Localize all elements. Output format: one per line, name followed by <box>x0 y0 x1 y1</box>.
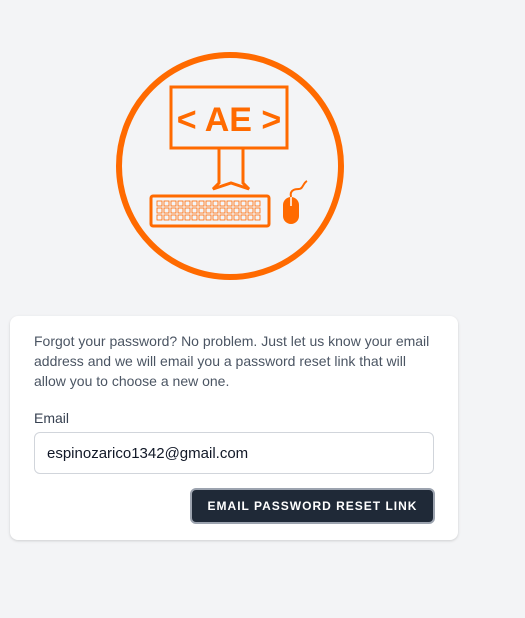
keyboard-key <box>170 200 177 207</box>
forgot-password-description: Forgot your password? No problem. Just l… <box>34 333 430 389</box>
keyboard-key <box>156 200 163 207</box>
keyboard-key <box>198 214 205 221</box>
keyboard-key <box>177 207 184 214</box>
keyboard-key <box>219 200 226 207</box>
keyboard-key <box>170 207 177 214</box>
keyboard-key <box>163 200 170 207</box>
keyboard-key <box>198 207 205 214</box>
keyboard-key <box>212 214 219 221</box>
keyboard-key <box>191 214 198 221</box>
keyboard-key <box>205 214 212 221</box>
keyboard-key <box>219 207 226 214</box>
keyboard-key <box>226 200 233 207</box>
keyboard-key <box>198 200 205 207</box>
keyboard-key <box>205 207 212 214</box>
keyboard-key <box>184 214 191 221</box>
forgot-password-card: Forgot your password? No problem. Just l… <box>10 316 458 540</box>
keyboard-key <box>191 207 198 214</box>
keyboard-key <box>170 214 177 221</box>
keyboard-key <box>247 207 254 214</box>
mouse-cable-icon <box>289 180 308 198</box>
keyboard-key <box>184 200 191 207</box>
logo-svg: < AE > <box>116 52 344 280</box>
keyboard-key <box>184 207 191 214</box>
keyboard-key <box>254 200 261 207</box>
keyboard-key <box>212 207 219 214</box>
keyboard-key <box>240 200 247 207</box>
keyboard-key <box>177 200 184 207</box>
keyboard-key <box>163 214 170 221</box>
keyboard-key <box>240 207 247 214</box>
keyboard-key <box>247 200 254 207</box>
keyboard-key <box>226 207 233 214</box>
logo-text: < AE > <box>177 101 282 139</box>
monitor-stand-icon <box>211 149 251 191</box>
keyboard-key <box>163 207 170 214</box>
email-field[interactable] <box>34 432 434 474</box>
keyboard-key <box>177 214 184 221</box>
keyboard-key <box>254 207 261 214</box>
keyboard-key <box>233 200 240 207</box>
keyboard-key <box>247 214 254 221</box>
keyboard-key <box>233 207 240 214</box>
keyboard-key <box>212 200 219 207</box>
keyboard-key <box>233 214 240 221</box>
keyboard-key <box>191 200 198 207</box>
keyboard-key <box>254 214 261 221</box>
app-logo[interactable]: < AE > <box>113 49 347 283</box>
keyboard-key <box>156 214 163 221</box>
keyboard-key <box>205 200 212 207</box>
keyboard-key <box>240 214 247 221</box>
keyboard-key <box>219 214 226 221</box>
email-label: Email <box>34 410 70 426</box>
keyboard-key <box>226 214 233 221</box>
keyboard-keys <box>156 200 261 221</box>
keyboard-key <box>156 207 163 214</box>
email-password-reset-link-button[interactable]: Email Password Reset Link <box>190 488 435 524</box>
